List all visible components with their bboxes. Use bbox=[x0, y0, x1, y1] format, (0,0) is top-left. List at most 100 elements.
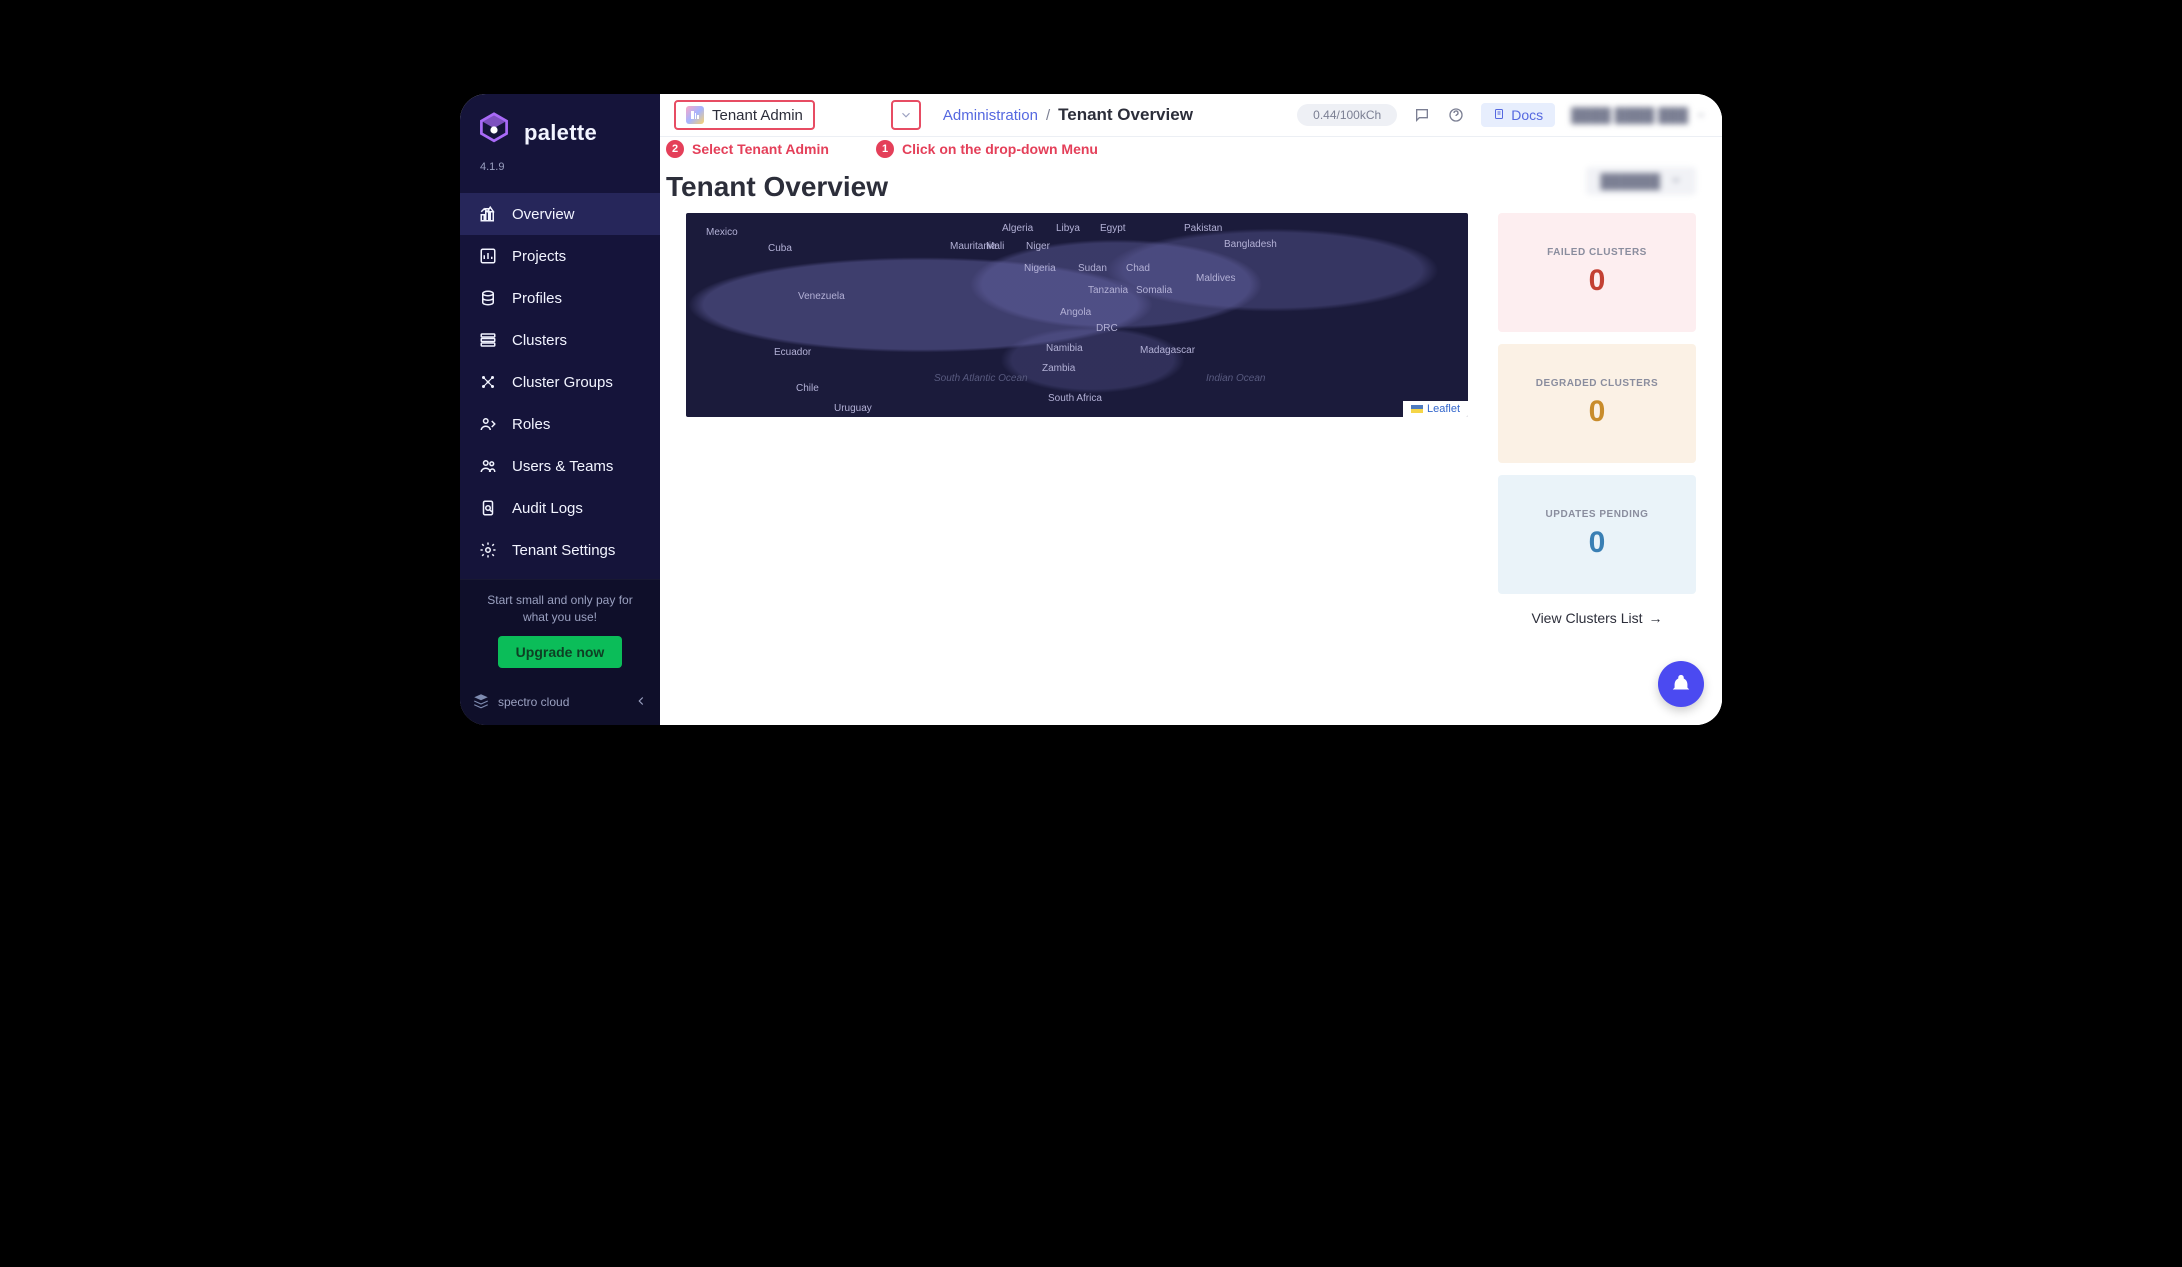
brand-name: palette bbox=[524, 120, 597, 146]
map-label: Libya bbox=[1056, 223, 1080, 234]
clusters-icon bbox=[478, 330, 498, 350]
sidebar-item-overview[interactable]: Overview bbox=[460, 193, 660, 235]
stat-label: DEGRADED CLUSTERS bbox=[1536, 378, 1658, 389]
user-name: ████ ████ ███ bbox=[1571, 107, 1688, 123]
sidebar: palette 4.1.9 Overview Projects Profiles… bbox=[460, 94, 660, 725]
docs-button[interactable]: Docs bbox=[1481, 103, 1555, 127]
sidebar-item-roles[interactable]: Roles bbox=[460, 403, 660, 445]
sidebar-item-cluster-groups[interactable]: Cluster Groups bbox=[460, 361, 660, 403]
upgrade-text: Start small and only pay for what you us… bbox=[474, 592, 646, 626]
chat-icon[interactable] bbox=[1413, 106, 1431, 124]
map-label: Venezuela bbox=[798, 291, 845, 302]
map-label: Madagascar bbox=[1140, 345, 1195, 356]
degraded-clusters-card[interactable]: DEGRADED CLUSTERS 0 bbox=[1498, 344, 1696, 463]
map-attribution: Leaflet bbox=[1403, 401, 1468, 417]
map-label: South Africa bbox=[1048, 393, 1102, 404]
footer-brand: spectro cloud bbox=[498, 695, 569, 709]
sidebar-item-audit-logs[interactable]: Audit Logs bbox=[460, 487, 660, 529]
brand: palette bbox=[460, 94, 660, 161]
sidebar-item-label: Clusters bbox=[512, 332, 567, 349]
spectro-logo-icon bbox=[472, 692, 490, 713]
map-ocean-label: Indian Ocean bbox=[1206, 373, 1266, 384]
map-label: Pakistan bbox=[1184, 223, 1222, 234]
sidebar-item-users-teams[interactable]: Users & Teams bbox=[460, 445, 660, 487]
view-clusters-link[interactable]: View Clusters List → bbox=[1498, 610, 1696, 626]
map-ocean-label: South Atlantic Ocean bbox=[934, 373, 1028, 384]
map-label: Ecuador bbox=[774, 347, 811, 358]
map-label: Tanzania bbox=[1088, 285, 1128, 296]
annotation-badge: 1 bbox=[876, 140, 894, 158]
stat-label: UPDATES PENDING bbox=[1546, 509, 1649, 520]
map-label: Uruguay bbox=[834, 403, 872, 414]
stat-label: FAILED CLUSTERS bbox=[1547, 247, 1647, 258]
sidebar-item-projects[interactable]: Projects bbox=[460, 235, 660, 277]
map-label: Egypt bbox=[1100, 223, 1126, 234]
updates-pending-card[interactable]: UPDATES PENDING 0 bbox=[1498, 475, 1696, 594]
map-label: Cuba bbox=[768, 243, 792, 254]
sidebar-item-clusters[interactable]: Clusters bbox=[460, 319, 660, 361]
leaflet-link[interactable]: Leaflet bbox=[1427, 403, 1460, 415]
main: Tenant Admin Administration / Tenant Ove… bbox=[660, 94, 1722, 725]
annotation-badge: 2 bbox=[666, 140, 684, 158]
profiles-icon bbox=[478, 288, 498, 308]
annotation-text: Click on the drop-down Menu bbox=[902, 141, 1098, 157]
sidebar-item-tenant-settings[interactable]: Tenant Settings bbox=[460, 529, 660, 571]
sidebar-item-label: Profiles bbox=[512, 290, 562, 307]
world-map[interactable]: Mexico Cuba Venezuela Ecuador Chile Urug… bbox=[686, 213, 1468, 417]
app-window: palette 4.1.9 Overview Projects Profiles… bbox=[460, 94, 1722, 725]
map-label: Mexico bbox=[706, 227, 738, 238]
map-label: Chad bbox=[1126, 263, 1150, 274]
sidebar-item-label: Cluster Groups bbox=[512, 374, 613, 391]
view-clusters-label: View Clusters List bbox=[1531, 610, 1642, 626]
map-label: Zambia bbox=[1042, 363, 1075, 374]
topbar: Tenant Admin Administration / Tenant Ove… bbox=[660, 94, 1722, 137]
map-label: Niger bbox=[1026, 241, 1050, 252]
annotation-step-1: 1 Click on the drop-down Menu bbox=[876, 140, 1098, 158]
failed-clusters-card[interactable]: FAILED CLUSTERS 0 bbox=[1498, 213, 1696, 332]
sidebar-footer: spectro cloud bbox=[460, 682, 660, 725]
upgrade-button[interactable]: Upgrade now bbox=[498, 636, 623, 668]
overview-icon bbox=[478, 204, 498, 224]
topbar-right: 0.44/100kCh Docs ████ ████ ███ bbox=[1297, 103, 1706, 127]
map-label: Algeria bbox=[1002, 223, 1033, 234]
stat-value: 0 bbox=[1589, 264, 1606, 298]
map-label: Bangladesh bbox=[1224, 239, 1277, 250]
tenant-settings-icon bbox=[478, 540, 498, 560]
scope-selector[interactable]: Tenant Admin bbox=[674, 100, 815, 130]
map-label: Sudan bbox=[1078, 263, 1107, 274]
period-select[interactable]: ██████ bbox=[1586, 167, 1696, 195]
annotation-text: Select Tenant Admin bbox=[692, 141, 829, 157]
credit-balance: 0.44/100kCh bbox=[1297, 104, 1397, 126]
sidebar-collapse-icon[interactable] bbox=[634, 694, 648, 711]
stats-column: FAILED CLUSTERS 0 DEGRADED CLUSTERS 0 UP… bbox=[1498, 213, 1696, 626]
map-label: Somalia bbox=[1136, 285, 1172, 296]
arrow-right-icon: → bbox=[1649, 610, 1663, 626]
users-teams-icon bbox=[478, 456, 498, 476]
ukraine-flag-icon bbox=[1411, 405, 1423, 413]
map-label: Namibia bbox=[1046, 343, 1083, 354]
breadcrumb: Administration / Tenant Overview bbox=[943, 105, 1193, 125]
projects-icon bbox=[478, 246, 498, 266]
sidebar-item-profiles[interactable]: Profiles bbox=[460, 277, 660, 319]
sidebar-item-label: Audit Logs bbox=[512, 500, 583, 517]
sidebar-item-label: Tenant Settings bbox=[512, 542, 615, 559]
docs-label: Docs bbox=[1511, 107, 1543, 123]
period-label: ██████ bbox=[1600, 173, 1660, 189]
content: Tenant Overview ██████ Mexico Cuba Venez… bbox=[660, 137, 1722, 725]
chevron-down-icon bbox=[1696, 107, 1706, 123]
breadcrumb-leaf: Tenant Overview bbox=[1058, 105, 1193, 125]
scope-dropdown-button[interactable] bbox=[891, 100, 921, 130]
user-menu[interactable]: ████ ████ ███ bbox=[1571, 107, 1706, 123]
breadcrumb-root[interactable]: Administration bbox=[943, 107, 1038, 124]
map-label: Angola bbox=[1060, 307, 1091, 318]
upgrade-promo: Start small and only pay for what you us… bbox=[460, 579, 660, 682]
roles-icon bbox=[478, 414, 498, 434]
stat-value: 0 bbox=[1589, 395, 1606, 429]
chevron-down-icon bbox=[1670, 173, 1682, 189]
scope-label: Tenant Admin bbox=[712, 107, 803, 124]
cluster-groups-icon bbox=[478, 372, 498, 392]
map-label: Mali bbox=[986, 241, 1004, 252]
assistant-fab[interactable] bbox=[1658, 661, 1704, 707]
help-icon[interactable] bbox=[1447, 106, 1465, 124]
stat-value: 0 bbox=[1589, 526, 1606, 560]
